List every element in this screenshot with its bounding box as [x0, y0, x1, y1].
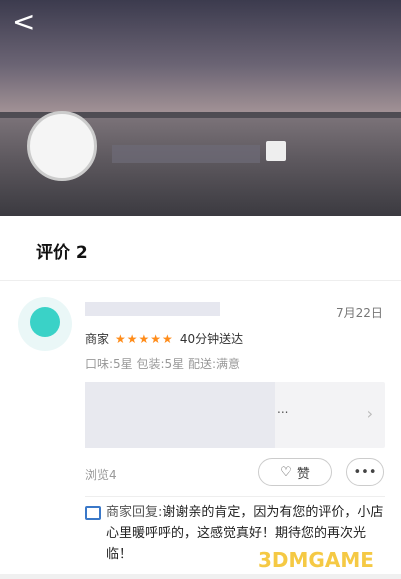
watermark-logo: 3DMGAME [258, 548, 374, 572]
like-button[interactable]: ♡ 赞 [258, 458, 332, 486]
chevron-right-icon: › [366, 404, 373, 423]
edit-icon[interactable] [266, 141, 286, 161]
reply-label: 商家回复: [106, 505, 163, 520]
heart-icon: ♡ [280, 464, 292, 480]
comment-icon [85, 506, 101, 520]
merchant-label: 商家 [85, 332, 110, 346]
bottom-bar [0, 574, 401, 579]
cover-image: < [0, 0, 401, 216]
user-avatar[interactable] [27, 111, 97, 181]
reviewer-name-redacted [85, 302, 220, 316]
reviewer-avatar[interactable] [18, 297, 72, 351]
reviews-tab-title: 评价 2 [36, 243, 88, 263]
back-button[interactable]: < [12, 8, 35, 36]
review-date: 7月22日 [336, 306, 383, 320]
sub-ratings: 口味:5星 包装:5星 配送:满意 [85, 357, 241, 371]
divider [0, 280, 401, 281]
star-rating: ★★★★★ [115, 331, 174, 346]
delivery-time: 40分钟送达 [179, 332, 244, 346]
user-name-redacted [112, 145, 260, 163]
like-label: 赞 [296, 466, 310, 482]
more-button[interactable]: ••• [346, 458, 384, 486]
divider [85, 496, 385, 497]
view-count: 浏览4 [85, 468, 117, 482]
review-content-card[interactable]: ... › [85, 382, 385, 448]
content-redacted [85, 382, 275, 448]
merchant-rating-row: 商家 ★★★★★ 40分钟送达 [85, 330, 243, 347]
avatar-face-icon [30, 307, 60, 337]
content-ellipsis: ... [277, 402, 289, 416]
